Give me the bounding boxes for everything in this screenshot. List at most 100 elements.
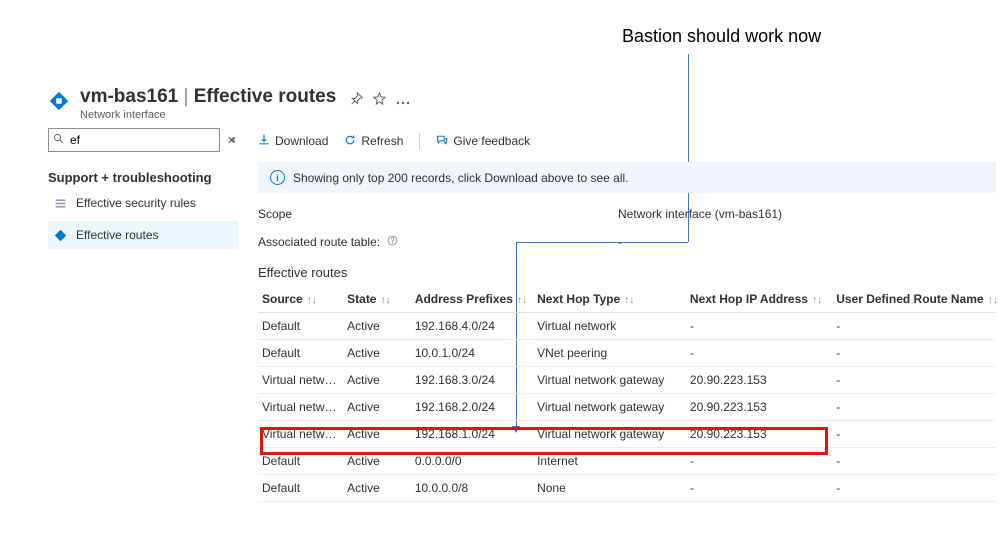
pin-icon[interactable] bbox=[350, 92, 363, 108]
cell-hop: Virtual network gateway bbox=[533, 394, 686, 421]
col-label: User Defined Route Name bbox=[836, 292, 983, 306]
feedback-button[interactable]: Give feedback bbox=[436, 134, 530, 149]
cell-udr: - bbox=[832, 448, 996, 475]
section-title: Effective routes bbox=[258, 265, 996, 280]
cell-hop: Virtual network bbox=[533, 313, 686, 340]
col-state[interactable]: State ↑↓ bbox=[343, 286, 411, 313]
cell-ip: 20.90.223.153 bbox=[686, 394, 832, 421]
cell-ip: - bbox=[686, 340, 832, 367]
blade-title: Effective routes bbox=[194, 86, 337, 107]
cell-udr: - bbox=[832, 340, 996, 367]
feedback-label: Give feedback bbox=[453, 134, 530, 148]
info-bar: i Showing only top 200 records, click Do… bbox=[258, 162, 996, 193]
scope-label: Scope bbox=[258, 207, 618, 221]
page-header: vm-bas161 | Effective routes Network int… bbox=[48, 86, 410, 121]
sidebar-search[interactable]: ✕ bbox=[48, 128, 220, 152]
cell-prefix: 192.168.2.0/24 bbox=[411, 394, 533, 421]
cell-state: Active bbox=[343, 475, 411, 502]
table-row[interactable]: Virtual networ...Active192.168.1.0/24Vir… bbox=[258, 421, 996, 448]
cell-prefix: 0.0.0.0/0 bbox=[411, 448, 533, 475]
cell-state: Active bbox=[343, 394, 411, 421]
refresh-icon bbox=[344, 134, 356, 149]
cell-udr: - bbox=[832, 313, 996, 340]
cell-source: Default bbox=[258, 475, 343, 502]
cell-state: Active bbox=[343, 367, 411, 394]
clear-icon[interactable]: ✕ bbox=[227, 134, 236, 147]
scope-value: Network interface (vm-bas161) bbox=[618, 207, 782, 221]
cell-udr: - bbox=[832, 421, 996, 448]
cell-source: Default bbox=[258, 313, 343, 340]
route-icon bbox=[52, 229, 68, 242]
sidebar: ✕ « Support + troubleshooting Effective … bbox=[48, 128, 238, 249]
cell-state: Active bbox=[343, 448, 411, 475]
info-text: Showing only top 200 records, click Down… bbox=[293, 171, 629, 185]
sort-icon: ↑↓ bbox=[380, 295, 390, 306]
cell-hop: Virtual network gateway bbox=[533, 421, 686, 448]
cell-ip: - bbox=[686, 448, 832, 475]
page-title: vm-bas161 | Effective routes bbox=[80, 86, 336, 108]
main-content: Download Refresh Give feedback i Showing… bbox=[258, 128, 996, 502]
cell-source: Virtual networ... bbox=[258, 394, 343, 421]
route-table-label: Associated route table: bbox=[258, 235, 618, 249]
search-icon bbox=[53, 133, 64, 147]
cell-ip: - bbox=[686, 475, 832, 502]
shield-icon bbox=[52, 197, 68, 210]
cell-udr: - bbox=[832, 475, 996, 502]
col-label: State bbox=[347, 292, 376, 306]
col-udr[interactable]: User Defined Route Name ↑↓ bbox=[832, 286, 996, 313]
col-label: Address Prefixes bbox=[415, 292, 513, 306]
col-label: Next Hop IP Address bbox=[690, 292, 808, 306]
cell-ip: - bbox=[686, 313, 832, 340]
sidebar-item-label: Effective routes bbox=[76, 228, 159, 242]
download-label: Download bbox=[275, 134, 328, 148]
sidebar-item-effective-routes[interactable]: Effective routes bbox=[48, 221, 238, 249]
network-interface-icon bbox=[48, 90, 70, 112]
table-row[interactable]: DefaultActive0.0.0.0/0Internet-- bbox=[258, 448, 996, 475]
sidebar-item-label: Effective security rules bbox=[76, 196, 196, 210]
cell-source: Virtual networ... bbox=[258, 367, 343, 394]
table-row[interactable]: DefaultActive192.168.4.0/24Virtual netwo… bbox=[258, 313, 996, 340]
table-row[interactable]: DefaultActive10.0.0.0/8None-- bbox=[258, 475, 996, 502]
cell-prefix: 192.168.4.0/24 bbox=[411, 313, 533, 340]
sort-icon: ↑↓ bbox=[988, 295, 998, 306]
toolbar: Download Refresh Give feedback bbox=[258, 128, 996, 154]
cell-prefix: 192.168.3.0/24 bbox=[411, 367, 533, 394]
search-input[interactable] bbox=[68, 132, 227, 148]
sidebar-item-effective-security-rules[interactable]: Effective security rules bbox=[48, 189, 238, 217]
table-row[interactable]: Virtual networ...Active192.168.2.0/24Vir… bbox=[258, 394, 996, 421]
cell-state: Active bbox=[343, 421, 411, 448]
help-icon[interactable] bbox=[387, 235, 398, 249]
cell-ip: 20.90.223.153 bbox=[686, 367, 832, 394]
table-row[interactable]: DefaultActive10.0.1.0/24VNet peering-- bbox=[258, 340, 996, 367]
toolbar-separator bbox=[419, 133, 420, 149]
refresh-label: Refresh bbox=[361, 134, 403, 148]
sort-icon: ↑↓ bbox=[812, 295, 822, 306]
info-icon: i bbox=[270, 170, 285, 185]
cell-hop: VNet peering bbox=[533, 340, 686, 367]
cell-hop: None bbox=[533, 475, 686, 502]
route-table-label-text: Associated route table: bbox=[258, 235, 380, 249]
star-icon[interactable] bbox=[373, 92, 386, 108]
cell-prefix: 10.0.1.0/24 bbox=[411, 340, 533, 367]
cell-hop: Virtual network gateway bbox=[533, 367, 686, 394]
table-header-row: Source↑↓ State↑↓ Address Prefixes↑↓ Next… bbox=[258, 286, 996, 313]
cell-udr: - bbox=[832, 394, 996, 421]
col-hop-ip[interactable]: Next Hop IP Address ↑↓ bbox=[686, 286, 832, 313]
refresh-button[interactable]: Refresh bbox=[344, 134, 403, 149]
col-prefix[interactable]: Address Prefixes↑↓ bbox=[411, 286, 533, 313]
route-table-value: - bbox=[618, 235, 622, 249]
col-hop-type[interactable]: Next Hop Type↑↓ bbox=[533, 286, 686, 313]
cell-source: Default bbox=[258, 448, 343, 475]
resource-name: vm-bas161 bbox=[80, 86, 178, 107]
more-icon[interactable] bbox=[396, 93, 410, 108]
col-source[interactable]: Source ↑↓ bbox=[258, 286, 343, 313]
sort-icon: ↑↓ bbox=[307, 295, 317, 306]
cell-prefix: 10.0.0.0/8 bbox=[411, 475, 533, 502]
feedback-icon bbox=[436, 134, 448, 149]
table-row[interactable]: Virtual networ...Active192.168.3.0/24Vir… bbox=[258, 367, 996, 394]
col-label: Source bbox=[262, 292, 303, 306]
download-icon bbox=[258, 134, 270, 149]
cell-source: Default bbox=[258, 340, 343, 367]
resource-type: Network interface bbox=[80, 109, 336, 121]
download-button[interactable]: Download bbox=[258, 134, 328, 149]
